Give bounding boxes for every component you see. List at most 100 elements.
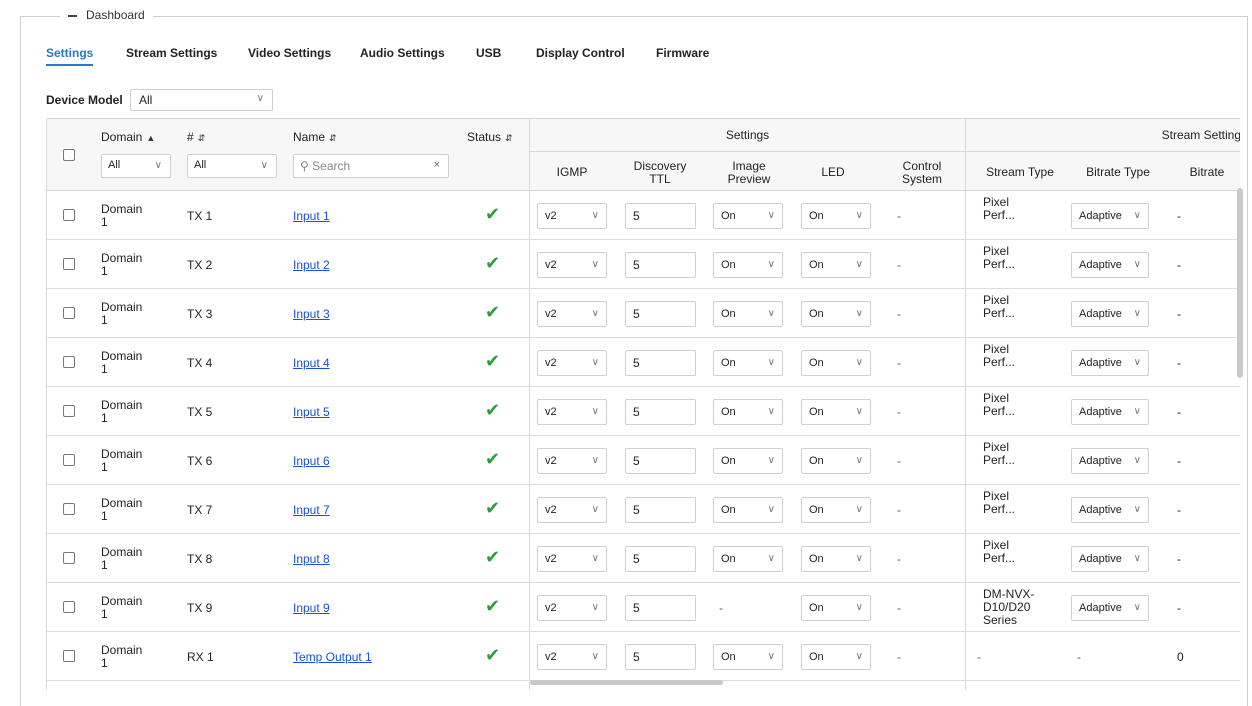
igmp-select[interactable]: v2 ∨ (537, 595, 607, 621)
led-select[interactable]: On ∨ (801, 595, 871, 621)
discovery-ttl-input[interactable]: 5 (625, 301, 696, 327)
device-name-link[interactable]: Temp Output 1 (293, 650, 372, 664)
tab-stream-settings[interactable]: Stream Settings (126, 46, 217, 70)
name-search-input[interactable]: ⚲ Search × (293, 154, 449, 178)
tab-usb[interactable]: USB (476, 46, 501, 70)
row-checkbox[interactable] (63, 454, 75, 466)
led-select[interactable]: On ∨ (801, 203, 871, 229)
stream-type-value: - (977, 650, 981, 664)
select-all-checkbox[interactable] (63, 149, 75, 161)
bitrate-type-select[interactable]: Adaptive ∨ (1071, 448, 1149, 474)
tab-video-settings[interactable]: Video Settings (248, 46, 331, 70)
device-name-link[interactable]: Input 1 (293, 209, 330, 223)
led-select[interactable]: On ∨ (801, 644, 871, 670)
discovery-ttl-input[interactable]: 5 (625, 350, 696, 376)
sort-icon[interactable]: ⇵ (505, 133, 513, 143)
bitrate-type-select[interactable]: Adaptive ∨ (1071, 595, 1149, 621)
image-preview-select[interactable]: On ∨ (713, 252, 783, 278)
igmp-select[interactable]: v2 ∨ (537, 644, 607, 670)
discovery-ttl-input[interactable]: 5 (625, 546, 696, 572)
device-name-link[interactable]: Input 8 (293, 552, 330, 566)
header-domain[interactable]: Domain ▲ (101, 130, 155, 144)
igmp-select[interactable]: v2 ∨ (537, 497, 607, 523)
igmp-select[interactable]: v2 ∨ (537, 252, 607, 278)
discovery-ttl-input[interactable]: 5 (625, 644, 696, 670)
header-name[interactable]: Name ⇵ (293, 130, 337, 144)
led-select[interactable]: On ∨ (801, 448, 871, 474)
number-filter-select[interactable]: All ∨ (187, 154, 277, 178)
bitrate-type-select[interactable]: Adaptive ∨ (1071, 203, 1149, 229)
sort-icon[interactable]: ⇵ (329, 133, 337, 143)
tab-display-control[interactable]: Display Control (536, 46, 625, 70)
row-checkbox[interactable] (63, 209, 75, 221)
igmp-select[interactable]: v2 ∨ (537, 350, 607, 376)
device-name-link[interactable]: Input 5 (293, 405, 330, 419)
igmp-select[interactable]: v2 ∨ (537, 448, 607, 474)
vertical-scrollbar[interactable] (1237, 188, 1243, 378)
image-preview-select[interactable]: On ∨ (713, 546, 783, 572)
image-preview-select[interactable]: On ∨ (713, 448, 783, 474)
device-model-select[interactable]: All ∨ (130, 89, 273, 111)
image-preview-select[interactable]: On ∨ (713, 644, 783, 670)
domain-filter-select[interactable]: All ∨ (101, 154, 171, 178)
bitrate-type-select[interactable]: Adaptive ∨ (1071, 497, 1149, 523)
row-checkbox[interactable] (63, 258, 75, 270)
led-select[interactable]: On ∨ (801, 350, 871, 376)
tab-firmware[interactable]: Firmware (656, 46, 709, 70)
device-name-link[interactable]: Input 2 (293, 258, 330, 272)
discovery-ttl-input[interactable]: 5 (625, 203, 696, 229)
image-preview-select[interactable]: On ∨ (713, 301, 783, 327)
device-name-link[interactable]: Input 7 (293, 503, 330, 517)
igmp-select[interactable]: v2 ∨ (537, 546, 607, 572)
row-checkbox[interactable] (63, 552, 75, 564)
discovery-ttl-input[interactable]: 5 (625, 595, 696, 621)
led-select[interactable]: On ∨ (801, 301, 871, 327)
check-icon: ✔ (485, 400, 501, 420)
row-checkbox[interactable] (63, 601, 75, 613)
igmp-select[interactable]: v2 ∨ (537, 301, 607, 327)
led-value: On (809, 406, 824, 418)
image-preview-select[interactable]: On ∨ (713, 497, 783, 523)
dashboard-legend[interactable]: Dashboard (60, 8, 153, 22)
stream-type-value: Pixel Perf... (983, 391, 1016, 418)
device-name-link[interactable]: Input 9 (293, 601, 330, 615)
image-preview-select[interactable]: On ∨ (713, 399, 783, 425)
device-name-link[interactable]: Input 4 (293, 356, 330, 370)
chevron-down-icon: ∨ (591, 504, 599, 515)
row-checkbox[interactable] (63, 503, 75, 515)
close-icon[interactable]: × (434, 159, 440, 171)
horizontal-scrollbar[interactable] (530, 680, 723, 685)
device-name-link[interactable]: Input 3 (293, 307, 330, 321)
sort-asc-icon[interactable]: ▲ (146, 133, 155, 143)
row-checkbox[interactable] (63, 356, 75, 368)
led-select[interactable]: On ∨ (801, 252, 871, 278)
discovery-ttl-input[interactable]: 5 (625, 448, 696, 474)
led-select[interactable]: On ∨ (801, 399, 871, 425)
row-checkbox[interactable] (63, 405, 75, 417)
igmp-select[interactable]: v2 ∨ (537, 203, 607, 229)
bitrate-type-select[interactable]: Adaptive ∨ (1071, 301, 1149, 327)
bitrate-type-select[interactable]: Adaptive ∨ (1071, 350, 1149, 376)
row-checkbox[interactable] (63, 650, 75, 662)
image-preview-value: On (721, 651, 736, 663)
bitrate-type-select[interactable]: Adaptive ∨ (1071, 252, 1149, 278)
bitrate-type-select[interactable]: Adaptive ∨ (1071, 399, 1149, 425)
row-checkbox[interactable] (63, 307, 75, 319)
device-name-link[interactable]: Input 6 (293, 454, 330, 468)
header-number[interactable]: # ⇵ (187, 130, 205, 144)
discovery-ttl-input[interactable]: 5 (625, 252, 696, 278)
collapse-icon[interactable] (68, 14, 77, 17)
header-status[interactable]: Status ⇵ (467, 130, 513, 144)
stream-type-value: DM-NVX-D10/D20 Series (983, 587, 1035, 627)
discovery-ttl-input[interactable]: 5 (625, 399, 696, 425)
tab-audio-settings[interactable]: Audio Settings (360, 46, 445, 70)
led-select[interactable]: On ∨ (801, 497, 871, 523)
sort-icon[interactable]: ⇵ (198, 133, 206, 143)
discovery-ttl-input[interactable]: 5 (625, 497, 696, 523)
led-select[interactable]: On ∨ (801, 546, 871, 572)
tab-settings[interactable]: Settings (46, 46, 94, 70)
bitrate-type-select[interactable]: Adaptive ∨ (1071, 546, 1149, 572)
image-preview-select[interactable]: On ∨ (713, 350, 783, 376)
image-preview-select[interactable]: On ∨ (713, 203, 783, 229)
igmp-select[interactable]: v2 ∨ (537, 399, 607, 425)
